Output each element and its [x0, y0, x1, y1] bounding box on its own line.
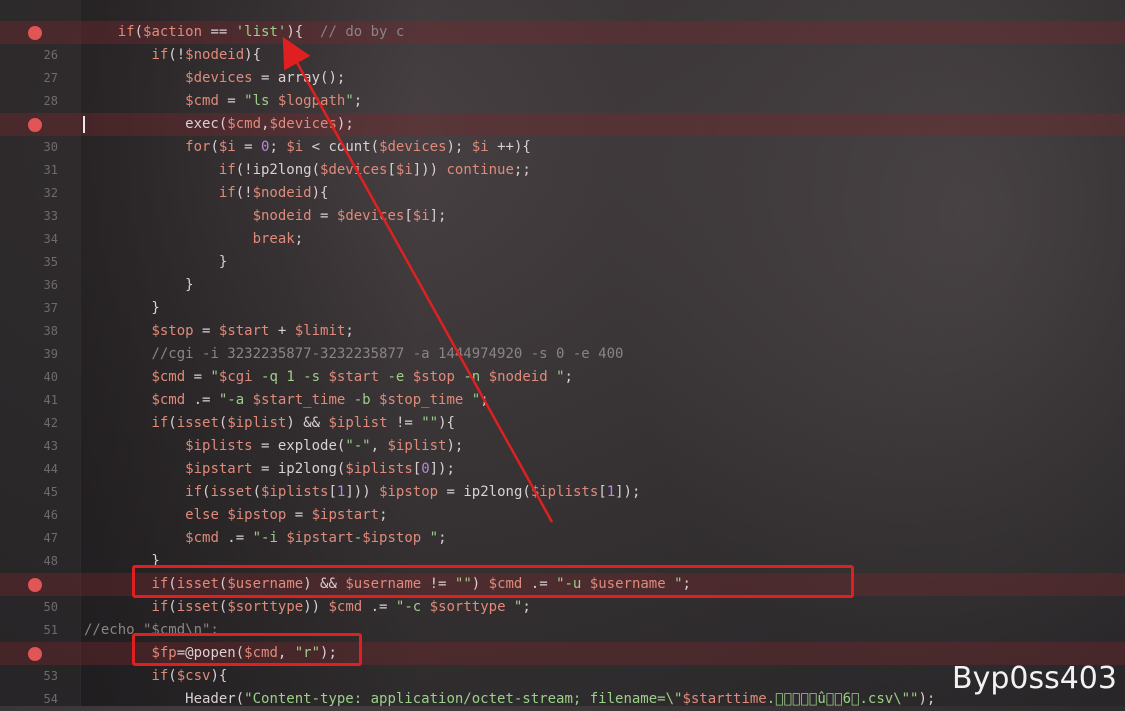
annotation-arrow — [282, 36, 554, 523]
watermark-text: Byp0ss403 — [952, 661, 1117, 696]
